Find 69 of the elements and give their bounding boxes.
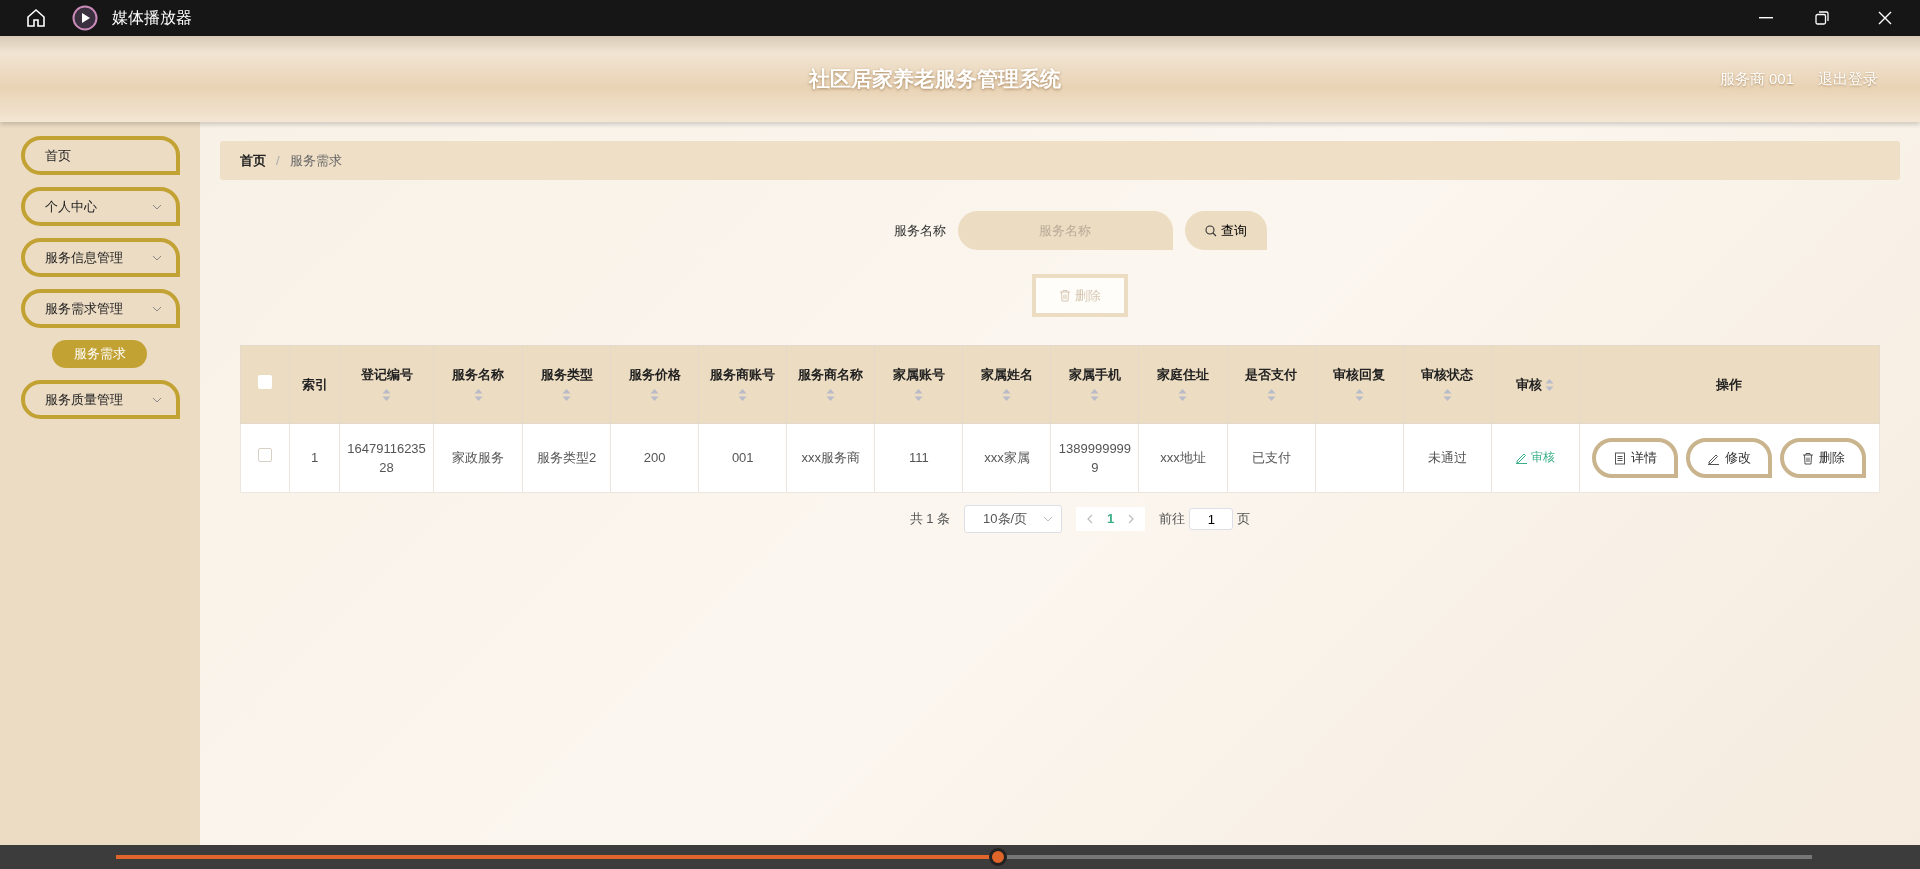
total-count: 共 1 条 [909,510,951,529]
table-cell: xxx地址 [1160,450,1206,466]
table-cell: xxx服务商 [801,450,861,466]
table-cell: 服务类型2 [537,450,597,466]
column-header: 服务名称 [433,345,523,424]
home-icon [25,7,47,29]
table-cell: 未通过 [1427,450,1467,466]
delete-button[interactable]: 删除 [1780,438,1867,478]
table-cell: 001 [731,450,754,466]
column-header: 审核状态 [1403,345,1492,424]
table-cell: 1647911623528 [347,440,426,475]
column-header: 家属手机 [1050,345,1139,424]
column-header: 审核 [1491,345,1580,424]
page-size-select[interactable]: 10条/页 [964,505,1063,533]
table-cell: 111 [908,450,929,466]
column-header: 服务类型 [522,345,611,424]
chevron-icon [152,396,162,403]
user-name: 服务商 001 [1719,68,1794,89]
trash-icon [1801,451,1814,465]
chevron-icon [152,305,162,312]
search-icon [1204,224,1217,237]
column-header: 服务价格 [610,345,699,424]
breadcrumb-link[interactable]: 首页 [240,150,266,171]
chevron-icon [1043,516,1054,522]
table-cell: 200 [643,450,666,466]
menu-item[interactable]: 服务信息管理 [21,238,180,277]
close-icon [1878,11,1892,25]
chevron-icon [152,203,162,210]
table-cell: 已支付 [1251,450,1291,466]
table-cell: 1 [310,450,319,466]
search-button[interactable]: 查询 [1184,211,1267,250]
column-header: 服务商名称 [786,345,875,424]
restore-icon [1815,11,1829,25]
progress-thumb[interactable] [988,848,1007,866]
table-cell: xxx家属 [984,450,1030,466]
column-header: 服务商账号 [698,345,787,424]
search-label: 服务名称 [893,221,946,240]
system-title: 社区居家养老服务管理系统 [807,66,1062,93]
next-page-icon[interactable] [1128,514,1136,524]
page-suffix: 页 [1237,510,1251,529]
minimize-icon [1759,17,1773,19]
table-cell: 13899999999 [1058,440,1132,475]
column-header: 登记编号 [339,345,434,424]
menu-item[interactable]: 服务需求管理 [21,289,180,328]
row-checkbox[interactable] [258,448,272,463]
column-header: 是否支付 [1227,345,1316,424]
column-header: 家庭住址 [1138,345,1227,424]
edit-button[interactable]: 修改 [1686,438,1773,478]
column-header: 操作 [1579,345,1880,424]
chevron-icon [152,254,162,261]
nav-item[interactable]: 首页 [21,136,180,175]
column-header: 家属账号 [874,345,963,424]
column-header: 索引 [289,345,340,424]
page-input[interactable]: 1 [1189,508,1234,530]
breadcrumb-separator: / [276,151,280,170]
detail-button[interactable]: 详情 [1592,438,1679,478]
document-icon [1613,451,1626,465]
prev-page-icon[interactable] [1086,514,1094,524]
menu-item[interactable]: 个人中心 [21,187,180,226]
column-header: 审核回复 [1315,345,1404,424]
breadcrumb-current: 服务需求 [289,151,342,170]
play-icon [72,5,98,31]
header-checkbox[interactable] [258,374,272,389]
table-cell: 家政服务 [452,450,505,466]
window-title: 媒体播放器 [112,8,192,28]
trash-icon [1059,289,1071,302]
menu-item[interactable]: 服务质量管理 [21,380,180,419]
column-header: 家属姓名 [962,345,1051,424]
goto-label: 前往 [1159,510,1186,529]
